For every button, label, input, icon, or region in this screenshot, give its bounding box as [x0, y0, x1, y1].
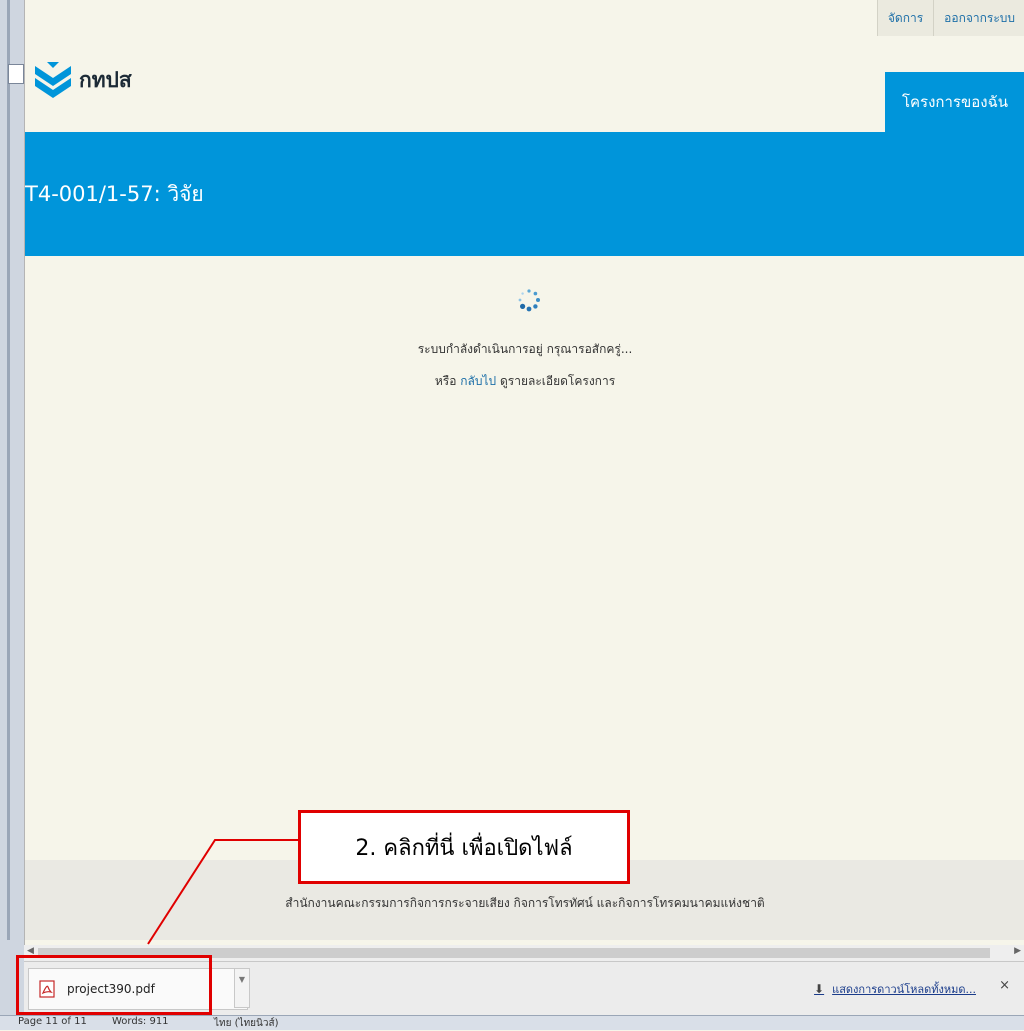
logout-link[interactable]: ออกจากระบบ	[933, 0, 1024, 36]
instruction-text: 2. คลิกที่นี่ เพื่อเปิดไฟล์	[355, 835, 573, 861]
scroll-right-icon[interactable]: ▶	[1014, 946, 1021, 956]
project-banner: T4-001/1-57: วิจัย	[25, 132, 1024, 256]
background-status-bar: Page 11 of 11 Words: 911 ไทย (ไทยนิวส์)	[0, 1015, 1024, 1030]
back-line: หรือ กลับไป ดูรายละเอียดโครงการ	[25, 372, 1024, 391]
or-text: หรือ	[434, 374, 457, 388]
back-link[interactable]: กลับไป	[460, 374, 496, 388]
back-suffix-text: ดูรายละเอียดโครงการ	[499, 374, 616, 388]
show-all-downloads-label: แสดงการดาวน์โหลดทั้งหมด...	[832, 983, 976, 996]
site-logo[interactable]: กทปส	[31, 62, 132, 98]
chevron-logo-icon	[35, 62, 71, 98]
top-navigation: จัดการ ออกจากระบบ	[876, 0, 1024, 36]
loading-spinner-icon	[518, 289, 540, 312]
word-count-text: Words: 911	[112, 1016, 169, 1027]
close-download-bar-icon[interactable]: ×	[999, 978, 1010, 993]
logo-text: กทปส	[79, 67, 132, 92]
manage-link[interactable]: จัดการ	[876, 0, 933, 36]
loading-message: ระบบกำลังดำเนินการอยู่ กรุณารอสักครู่...	[417, 342, 633, 356]
tab-my-projects[interactable]: โครงการของฉัน	[885, 72, 1024, 132]
download-item-highlight	[16, 955, 212, 1015]
footer-text: สำนักงานคณะกรรมการกิจการกระจายเสียง กิจก…	[285, 896, 765, 910]
download-arrow-icon: ⬇	[814, 982, 825, 996]
browser-page: จัดการ ออกจากระบบ กทปส โครงการของฉัน T4-…	[24, 0, 1024, 945]
download-menu-chevron-icon[interactable]: ▼	[234, 968, 250, 1008]
background-window-strip	[0, 0, 24, 1029]
page-title: T4-001/1-57: วิจัย	[25, 182, 204, 206]
instruction-callout: 2. คลิกที่นี่ เพื่อเปิดไฟล์	[298, 810, 630, 884]
background-scrollbar	[7, 0, 10, 940]
page-count-text: Page 11 of 11	[18, 1016, 87, 1027]
show-all-downloads-link[interactable]: ⬇ แสดงการดาวน์โหลดทั้งหมด...	[814, 980, 976, 998]
background-window-icon	[8, 64, 24, 84]
